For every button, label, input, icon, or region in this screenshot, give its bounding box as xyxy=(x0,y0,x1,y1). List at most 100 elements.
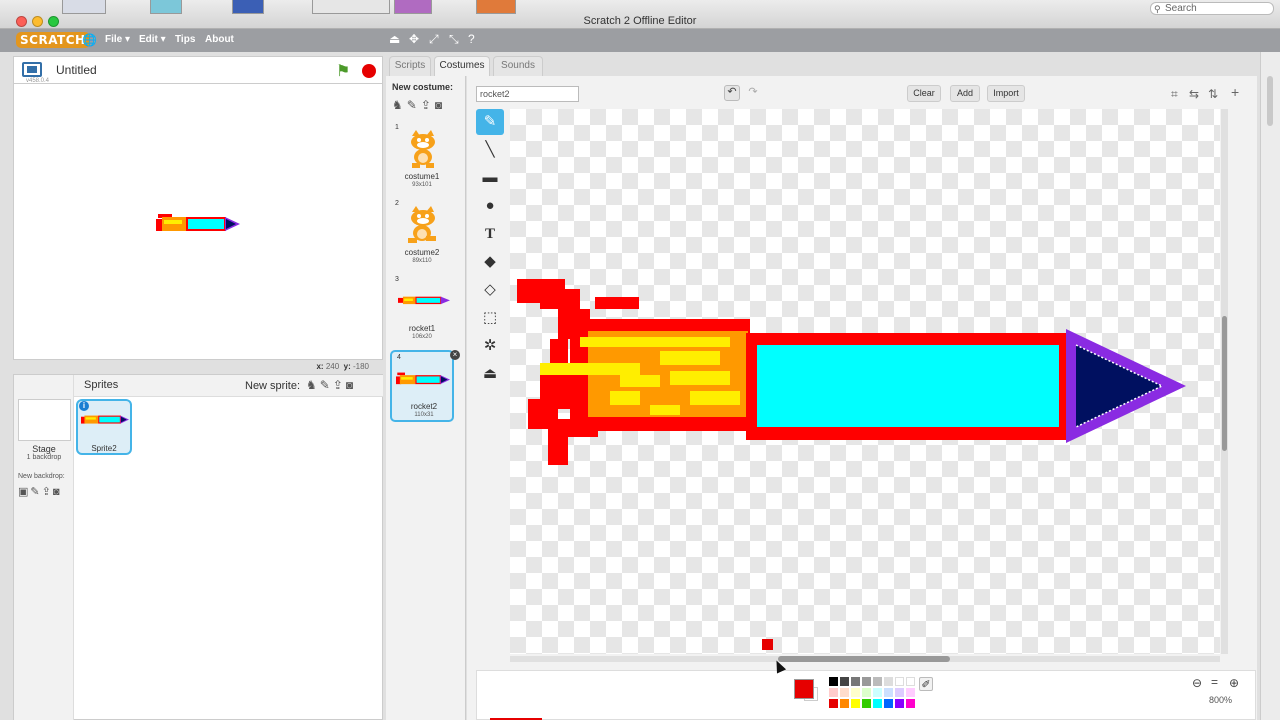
color-swatch[interactable] xyxy=(884,688,893,697)
color-swatch[interactable] xyxy=(840,699,849,708)
choose-backdrop-icon[interactable]: ▣ xyxy=(18,486,30,498)
camera-backdrop-icon[interactable]: ◙ xyxy=(53,486,62,498)
color-swatch[interactable] xyxy=(873,688,882,697)
color-swatch[interactable] xyxy=(906,677,915,686)
primary-color-swatch[interactable] xyxy=(794,679,814,699)
canvas-vertical-scroll-thumb[interactable] xyxy=(1222,316,1227,451)
set-costume-center-icon[interactable]: + xyxy=(1231,84,1239,100)
upload-sprite-icon[interactable]: ⇪ xyxy=(333,378,346,392)
window-scroll-thumb[interactable] xyxy=(1267,76,1273,126)
color-swatch[interactable] xyxy=(873,699,882,708)
about-menu[interactable]: About xyxy=(205,34,234,45)
costume-item[interactable]: 1 costume1 93x101 xyxy=(390,122,454,194)
tab-scripts[interactable]: Scripts xyxy=(389,56,431,76)
canvas-horizontal-scroll-thumb[interactable] xyxy=(778,656,950,662)
color-swatch[interactable] xyxy=(862,688,871,697)
undo-icon[interactable]: ↶ xyxy=(724,85,740,101)
window-scrollbar[interactable] xyxy=(1260,52,1280,720)
shrink-icon[interactable]: ⤡ xyxy=(449,32,459,47)
flip-vertical-icon[interactable]: ⇅ xyxy=(1208,87,1218,101)
eyedropper-icon[interactable]: ✐ xyxy=(919,677,933,691)
stamp-tool-icon[interactable]: ⏏ xyxy=(476,361,504,387)
zoom-in-icon[interactable]: ⊕ xyxy=(1229,676,1239,690)
costume-item[interactable]: 3 rocket1 106x20 xyxy=(390,274,454,346)
help-icon[interactable]: ? xyxy=(468,32,475,46)
project-title[interactable]: Untitled xyxy=(56,63,97,77)
flip-horizontal-icon[interactable]: ⇆ xyxy=(1189,87,1199,101)
tips-menu[interactable]: Tips xyxy=(175,34,195,45)
taskbar-thumbnail[interactable] xyxy=(232,0,264,14)
color-swatch[interactable] xyxy=(851,699,860,708)
select-tool-icon[interactable]: ⬚ xyxy=(476,305,504,331)
file-menu[interactable]: File ▾ xyxy=(105,34,130,45)
camera-sprite-icon[interactable]: ◙ xyxy=(346,378,356,392)
sprite-thumbnail[interactable]: i Sprite2 xyxy=(76,399,132,455)
color-swatch[interactable] xyxy=(840,688,849,697)
scratch-logo[interactable]: SCRATCH xyxy=(16,32,90,48)
delete-cut-icon[interactable]: ✥ xyxy=(409,32,419,46)
delete-costume-icon[interactable]: × xyxy=(450,350,460,360)
redo-icon[interactable]: ↷ xyxy=(745,85,761,101)
color-swatch[interactable] xyxy=(895,688,904,697)
green-flag-icon[interactable]: ⚑ xyxy=(336,61,350,81)
color-swatch[interactable] xyxy=(873,677,882,686)
remove-background-tool-icon[interactable]: ✲ xyxy=(476,333,504,359)
fill-tool-icon[interactable]: ◆ xyxy=(476,249,504,275)
stop-button[interactable] xyxy=(362,64,376,78)
upload-backdrop-icon[interactable]: ⇪ xyxy=(42,486,53,498)
taskbar-thumbnail[interactable] xyxy=(312,0,390,14)
camera-costume-icon[interactable]: ◙ xyxy=(435,98,446,112)
presentation-mode-icon[interactable] xyxy=(22,62,42,77)
color-swatch[interactable] xyxy=(829,677,838,686)
line-tool-icon[interactable]: ╲ xyxy=(476,137,504,163)
brush-tool-icon[interactable]: ✎ xyxy=(476,109,504,135)
color-swatch[interactable] xyxy=(862,677,871,686)
color-swatch[interactable] xyxy=(829,699,838,708)
color-swatch[interactable] xyxy=(884,677,893,686)
add-button[interactable]: Add xyxy=(950,85,980,102)
color-swatch[interactable] xyxy=(851,677,860,686)
taskbar-thumbnail[interactable] xyxy=(476,0,516,14)
taskbar-thumbnail[interactable] xyxy=(62,0,106,14)
rectangle-tool-icon[interactable]: ▬ xyxy=(476,165,504,191)
crop-icon[interactable]: ⌗ xyxy=(1171,87,1178,102)
stage-canvas[interactable] xyxy=(13,84,383,360)
color-swatch[interactable] xyxy=(851,688,860,697)
paint-costume-icon[interactable]: ✎ xyxy=(407,98,421,112)
clear-button[interactable]: Clear xyxy=(907,85,941,102)
spotlight-search-field[interactable]: ⚲ Search xyxy=(1150,2,1274,15)
taskbar-thumbnail[interactable] xyxy=(394,0,432,14)
costume-item[interactable]: 2 costume2 89x110 xyxy=(390,198,454,270)
tab-costumes[interactable]: Costumes xyxy=(434,56,490,76)
ellipse-tool-icon[interactable]: ● xyxy=(476,193,504,219)
paint-sprite-icon[interactable]: ✎ xyxy=(320,378,333,392)
color-swatch[interactable] xyxy=(884,699,893,708)
grow-icon[interactable]: ⤢ xyxy=(429,32,439,47)
choose-sprite-icon[interactable]: ♞ xyxy=(306,378,320,392)
paint-backdrop-icon[interactable]: ✎ xyxy=(30,486,41,498)
color-swatch[interactable] xyxy=(895,699,904,708)
language-globe-icon[interactable]: 🌐 xyxy=(82,33,97,47)
tab-sounds[interactable]: Sounds xyxy=(493,56,543,76)
info-icon[interactable]: i xyxy=(79,401,89,411)
import-button[interactable]: Import xyxy=(987,85,1025,102)
color-swatch[interactable] xyxy=(862,699,871,708)
color-swatch[interactable] xyxy=(829,688,838,697)
color-swatch[interactable] xyxy=(840,677,849,686)
edit-menu[interactable]: Edit ▾ xyxy=(139,34,166,45)
upload-costume-icon[interactable]: ⇪ xyxy=(421,98,435,112)
zoom-out-icon[interactable]: ⊖ xyxy=(1192,676,1202,690)
duplicate-stamp-icon[interactable]: ⏏ xyxy=(389,32,400,46)
stage-thumbnail[interactable] xyxy=(18,399,71,441)
color-swatch[interactable] xyxy=(895,677,904,686)
text-tool-icon[interactable]: T xyxy=(476,221,504,247)
costume-name-input[interactable] xyxy=(476,86,579,102)
rocket2-drawing[interactable] xyxy=(510,109,1220,654)
color-swatch[interactable] xyxy=(906,699,915,708)
eraser-tool-icon[interactable]: ◇ xyxy=(476,277,504,303)
taskbar-thumbnail[interactable] xyxy=(150,0,182,14)
zoom-reset-icon[interactable]: = xyxy=(1211,675,1218,689)
stage-rocket-sprite[interactable] xyxy=(156,209,240,237)
costume-item-selected[interactable]: 4 × rocket2 110x31 xyxy=(390,350,460,422)
color-swatch[interactable] xyxy=(906,688,915,697)
